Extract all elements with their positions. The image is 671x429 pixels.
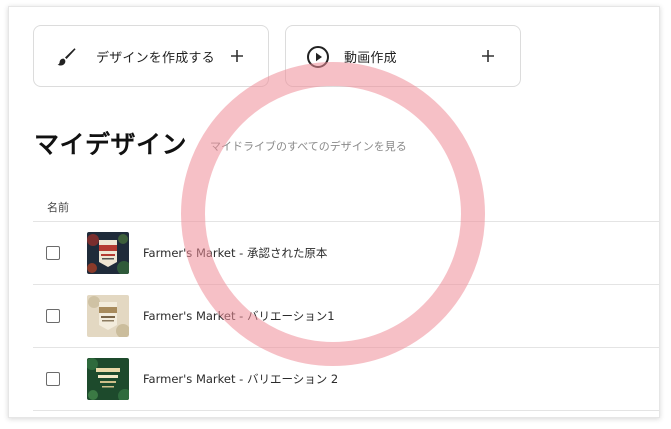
- table-row[interactable]: Farmer's Market - バリエーション 2: [33, 347, 659, 411]
- paintbrush-icon: [54, 45, 78, 69]
- design-thumbnail[interactable]: [87, 358, 129, 400]
- create-design-button[interactable]: デザインを作成する: [33, 25, 269, 87]
- play-circle-icon: [306, 45, 330, 69]
- design-title[interactable]: Farmer's Market - バリエーション 2: [143, 371, 338, 387]
- create-design-label: デザインを作成する: [96, 51, 215, 66]
- column-header-name[interactable]: 名前: [47, 199, 69, 215]
- row-checkbox[interactable]: [46, 246, 60, 260]
- plus-icon: [479, 47, 497, 65]
- page-title: マイデザイン: [34, 130, 188, 159]
- plus-icon: [228, 47, 246, 65]
- main-panel: デザインを作成する 動画作成 マイデザイン マイドライブのすべてのデザインを見る…: [8, 6, 660, 418]
- row-checkbox[interactable]: [46, 309, 60, 323]
- design-title[interactable]: Farmer's Market - バリエーション1: [143, 308, 335, 324]
- view-all-drive-designs-link[interactable]: マイドライブのすべてのデザインを見る: [210, 138, 407, 154]
- design-thumbnail[interactable]: [87, 295, 129, 337]
- design-thumbnail[interactable]: [87, 232, 129, 274]
- design-title[interactable]: Farmer's Market - 承認された原本: [143, 245, 327, 261]
- create-video-button[interactable]: 動画作成: [285, 25, 521, 87]
- table-row[interactable]: Farmer's Market - 承認された原本: [33, 221, 659, 284]
- row-checkbox[interactable]: [46, 372, 60, 386]
- create-video-label: 動画作成: [344, 51, 397, 66]
- table-row[interactable]: Farmer's Market - バリエーション1: [33, 284, 659, 347]
